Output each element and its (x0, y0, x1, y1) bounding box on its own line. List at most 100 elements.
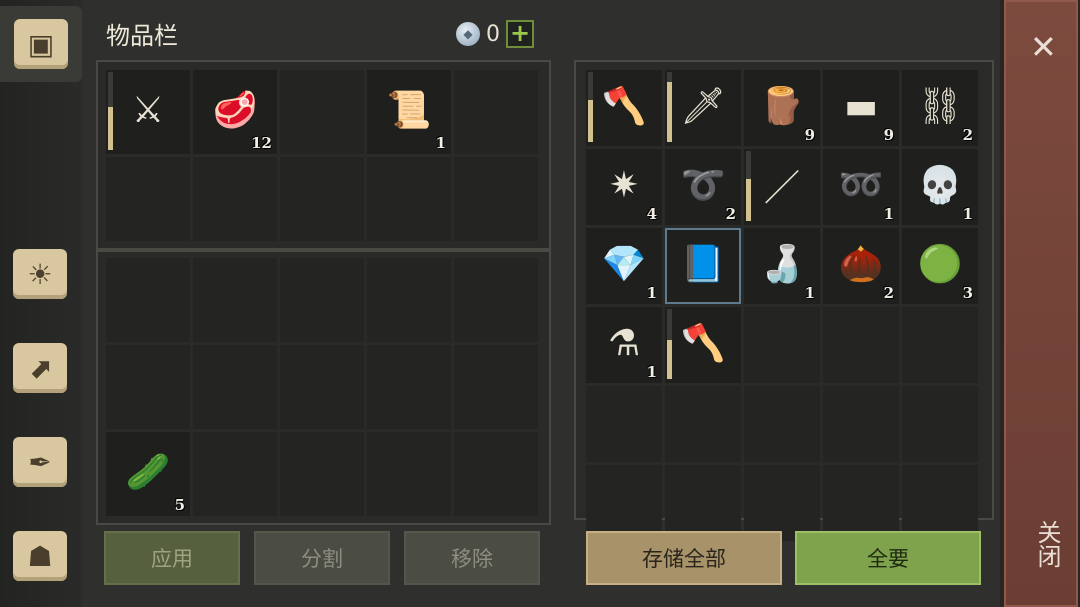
durability-fill (746, 179, 751, 221)
inventory-slot-empty[interactable] (823, 465, 899, 541)
character-icon: ☗ (13, 531, 67, 581)
halberd-icon: 🪓 (680, 323, 726, 364)
inventory-slot-filled[interactable]: ➿ 1 (823, 149, 899, 225)
copper-ingot-icon: ▬ (843, 85, 878, 127)
item-quantity: 1 (646, 363, 657, 381)
inventory-slot-filled[interactable]: 🪓 (586, 70, 662, 146)
item-quantity: 2 (883, 284, 894, 302)
durability-bar (746, 151, 751, 221)
inventory-slot-filled[interactable]: 🥩 12 (193, 70, 277, 154)
inventory-slot-empty[interactable] (367, 345, 451, 429)
item-quantity: 9 (804, 126, 815, 144)
durability-fill (667, 340, 672, 379)
inventory-slot-empty[interactable] (106, 157, 190, 241)
inventory-slot-empty[interactable] (823, 307, 899, 383)
inventory-slot-empty[interactable] (744, 307, 820, 383)
crafting-arrow-icon: ⬈ (13, 343, 67, 393)
inventory-slot-empty[interactable] (280, 70, 364, 154)
inventory-slot-filled[interactable]: 💀 1 (902, 149, 978, 225)
close-icon[interactable]: ✕ (1030, 28, 1057, 66)
inventory-slot-empty[interactable] (665, 386, 741, 462)
wood-plank-icon: 🪵 (759, 86, 805, 127)
inventory-slot-empty[interactable] (367, 258, 451, 342)
add-currency-button[interactable]: + (506, 20, 534, 48)
inventory-slot-filled[interactable]: 🟢 3 (902, 228, 978, 304)
inventory-slot-empty[interactable] (586, 386, 662, 462)
inventory-slot-filled[interactable]: 🗡 (665, 70, 741, 146)
item-quantity: 12 (251, 134, 272, 152)
inventory-slot-filled[interactable]: ⚗ 1 (586, 307, 662, 383)
take-all-button[interactable]: 全要 (795, 531, 981, 585)
tab-quests[interactable]: ✒ (4, 424, 76, 500)
inventory-slot-filled[interactable]: 🌰 2 (823, 228, 899, 304)
seeds-icon: 🌰 (838, 244, 884, 285)
halberd-icon: 🪓 (601, 86, 647, 127)
inventory-slot-filled[interactable]: ⚔ (106, 70, 190, 154)
inventory-slot-empty[interactable] (586, 465, 662, 541)
inventory-slot-filled[interactable]: ▬ 9 (823, 70, 899, 146)
sun-book-icon: ☀ (13, 249, 67, 299)
inventory-slot-empty[interactable] (902, 386, 978, 462)
inventory-slot-empty[interactable] (454, 258, 538, 342)
inventory-slot-empty[interactable] (280, 258, 364, 342)
inventory-slot-filled[interactable]: ➰ 2 (665, 149, 741, 225)
inventory-slot-empty[interactable] (744, 386, 820, 462)
skull-icon: 💀 (917, 165, 963, 206)
inventory-slot-empty[interactable] (193, 157, 277, 241)
tab-character[interactable]: ☗ (4, 518, 76, 594)
item-quantity: 2 (962, 126, 973, 144)
inventory-slot-empty[interactable] (454, 432, 538, 516)
inventory-slot-empty[interactable] (454, 345, 538, 429)
store-all-button[interactable]: 存储全部 (586, 531, 782, 585)
inventory-slot-empty[interactable] (744, 465, 820, 541)
inventory-slot-empty[interactable] (193, 345, 277, 429)
close-button[interactable]: ✕ 关闭 (1004, 0, 1078, 607)
close-panel: ✕ 关闭 (1000, 0, 1080, 607)
inventory-slot-filled[interactable]: 📘 (665, 228, 741, 304)
durability-fill (108, 107, 113, 150)
inventory-slot-empty[interactable] (280, 157, 364, 241)
inventory-slot-empty[interactable] (280, 432, 364, 516)
inventory-slot-empty[interactable] (106, 345, 190, 429)
sword-icon: 🗡 (680, 86, 726, 127)
inventory-slot-empty[interactable] (454, 157, 538, 241)
inventory-slot-empty[interactable] (902, 465, 978, 541)
item-quantity: 3 (962, 284, 973, 302)
item-quantity: 1 (646, 284, 657, 302)
inventory-slot-filled[interactable]: ⛓ 2 (902, 70, 978, 146)
inventory-slot-filled[interactable]: ✷ 4 (586, 149, 662, 225)
inventory-slot-empty[interactable] (902, 307, 978, 383)
item-quantity: 5 (174, 496, 185, 514)
sidebar: ▣ ☀ ⬈ ✒ ☗ (0, 0, 82, 607)
tab-crafting[interactable]: ⬈ (4, 330, 76, 406)
inventory-slot-empty[interactable] (193, 432, 277, 516)
split-button[interactable]: 分割 (254, 531, 390, 585)
inventory-slot-empty[interactable] (367, 157, 451, 241)
tab-inventory[interactable]: ▣ (0, 6, 82, 82)
close-label[interactable]: 关闭 (1030, 520, 1065, 568)
inventory-slot-empty[interactable] (665, 465, 741, 541)
currency-value: 0 (486, 21, 500, 47)
inventory-slot-filled[interactable]: ／ (744, 149, 820, 225)
inventory-slot-filled[interactable]: 🪓 (665, 307, 741, 383)
inventory-slot-filled[interactable]: 📜 1 (367, 70, 451, 154)
inventory-top-grid: ⚔ 🥩 12 📜 1 (106, 70, 538, 241)
inventory-slot-empty[interactable] (106, 258, 190, 342)
inventory-slot-empty[interactable] (280, 345, 364, 429)
inventory-slot-filled[interactable]: 🥒 5 (106, 432, 190, 516)
inventory-slot-empty[interactable] (367, 432, 451, 516)
map-scroll-icon: 📜 (386, 90, 432, 131)
inventory-slot-empty[interactable] (823, 386, 899, 462)
quest-scroll-icon: ✒ (13, 437, 67, 487)
inventory-slot-filled[interactable]: 💎 1 (586, 228, 662, 304)
tab-skills[interactable]: ☀ (4, 236, 76, 312)
remove-button[interactable]: 移除 (404, 531, 540, 585)
rope-icon: ➰ (680, 165, 726, 206)
apply-button[interactable]: 应用 (104, 531, 240, 585)
inventory-slot-empty[interactable] (193, 258, 277, 342)
inventory-slot-filled[interactable]: 🍶 1 (744, 228, 820, 304)
inventory-slot-filled[interactable]: 🪵 9 (744, 70, 820, 146)
inventory-slot-empty[interactable] (454, 70, 538, 154)
chest-icon: ▣ (14, 19, 68, 69)
spear-icon: ／ (763, 168, 800, 209)
